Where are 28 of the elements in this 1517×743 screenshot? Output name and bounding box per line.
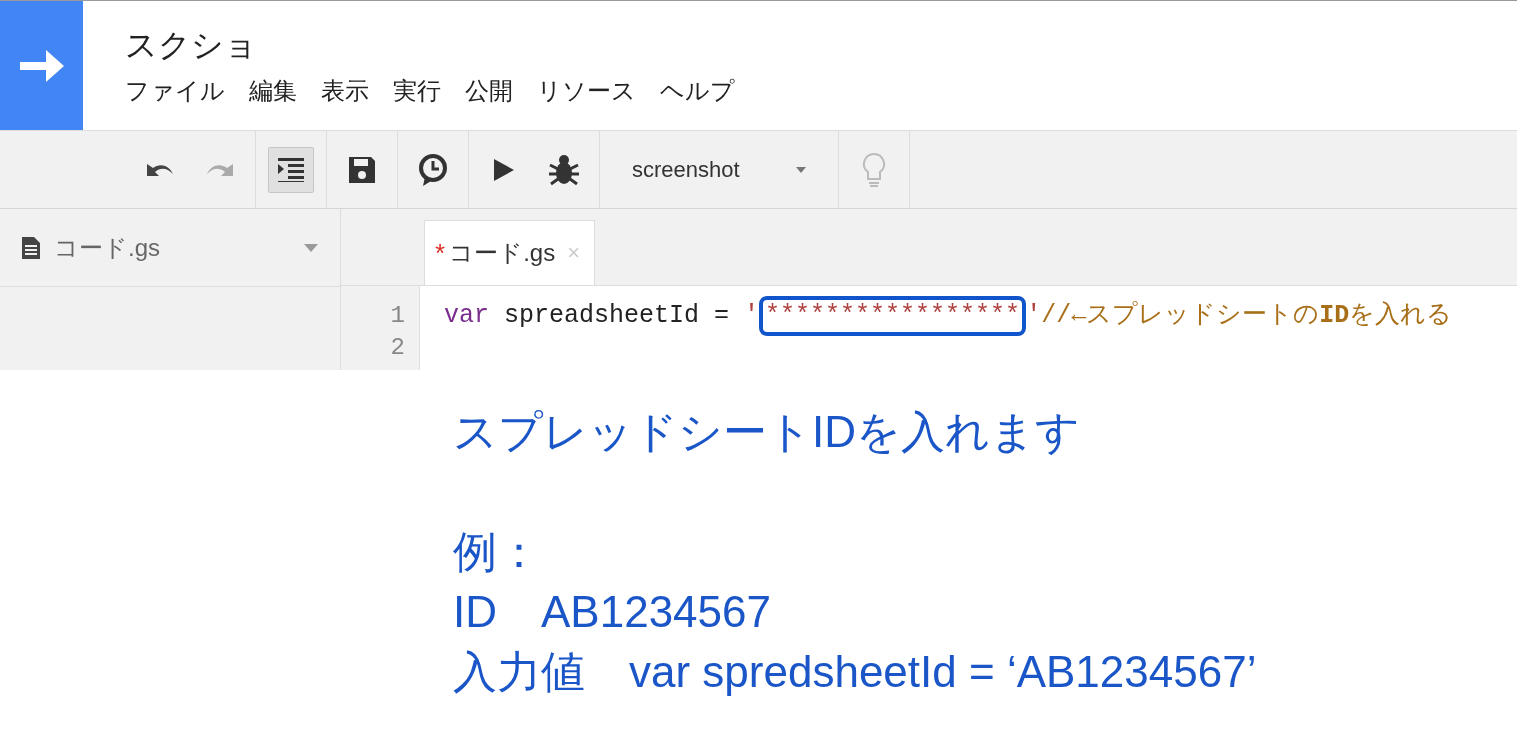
editor-tab[interactable]: *コード.gs × — [424, 220, 595, 285]
annotation-heading: スプレッドシートIDを入れます — [453, 406, 1081, 458]
menu-item[interactable]: 実行 — [393, 75, 465, 107]
document-icon — [22, 236, 40, 259]
menu-item[interactable]: リソース — [537, 75, 660, 107]
code-text: spreadsheetId = — [503, 300, 731, 332]
annotation-line: 例： — [453, 526, 542, 578]
code-keyword: var — [444, 300, 489, 332]
highlighted-string: ***************** — [759, 296, 1027, 336]
menu-item[interactable]: 編集 — [249, 75, 321, 107]
project-title[interactable]: スクショ — [125, 25, 759, 65]
menu-item[interactable]: ファイル — [125, 75, 249, 107]
line-number: 2 — [389, 333, 406, 363]
caret-icon — [304, 243, 318, 252]
line-number: 1 — [389, 301, 406, 331]
menu-item[interactable]: ヘルプ — [660, 75, 759, 107]
annotation-line: 入力値 var spredsheetId = ‘AB1234567’ — [453, 646, 1258, 698]
function-dropdown[interactable]: screenshot — [612, 131, 826, 208]
caret-icon — [795, 166, 806, 173]
indent-icon[interactable] — [268, 146, 314, 193]
tab-label: コード.gs — [449, 238, 556, 268]
code-comment: //←スプレッドシートのIDを入れる — [1041, 300, 1453, 332]
menu-item[interactable]: 公開 — [465, 75, 537, 107]
annotation-line: ID AB1234567 — [453, 586, 772, 638]
menu-item[interactable]: 表示 — [321, 75, 393, 107]
modified-mark: * — [435, 237, 446, 269]
code-string: ' — [744, 300, 760, 332]
code-string: ' — [1026, 300, 1042, 332]
